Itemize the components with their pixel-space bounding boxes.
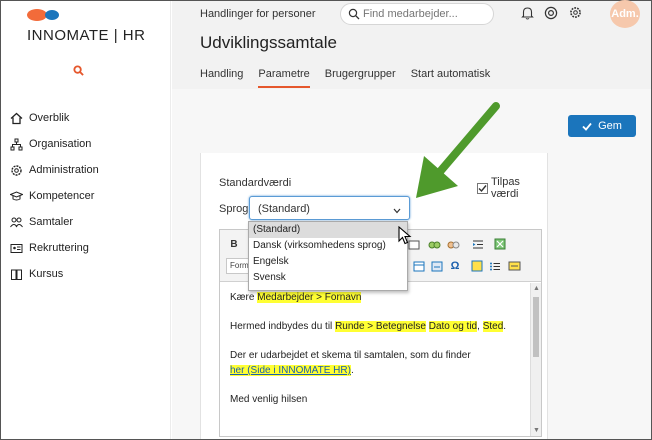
standard-value-label: Standardværdi (219, 177, 292, 189)
sidebar-item-overblik[interactable]: Overblik (9, 105, 169, 131)
tab-handling[interactable]: Handling (200, 68, 243, 88)
paragraph-schema: Der er udarbejdet et skema til samtalen,… (230, 350, 471, 361)
sidebar-item-label: Kompetencer (29, 190, 95, 202)
language-option[interactable]: (Standard) (249, 222, 407, 238)
annotation-arrow-icon (416, 102, 500, 198)
field-insert-icon[interactable] (505, 258, 523, 274)
text-span: Hermed indbydes du til (230, 321, 336, 332)
language-select-value: (Standard) (258, 203, 310, 215)
paragraph-invitation: Hermed indbydes du til Runde > Betegnels… (230, 321, 519, 332)
bold-button[interactable]: B (225, 236, 243, 252)
help-lifebuoy-icon[interactable] (544, 6, 558, 20)
paragraph-greeting: Kære Medarbejder > Fornavn (230, 292, 519, 303)
editor-content[interactable]: Kære Medarbejder > Fornavn Hermed indbyd… (220, 283, 529, 436)
id-card-icon (9, 241, 23, 255)
sidebar-item-kompetencer[interactable]: Kompetencer (9, 183, 169, 209)
save-button[interactable]: Gem (568, 115, 636, 137)
merge-field[interactable]: Sted (482, 321, 504, 332)
search-input[interactable] (363, 7, 489, 21)
sidebar-item-organisation[interactable]: Organisation (9, 131, 169, 157)
scroll-down-icon[interactable]: ▼ (533, 427, 540, 434)
sidebar-item-samtaler[interactable]: Samtaler (9, 209, 169, 235)
merge-field[interactable]: Medarbejder > Fornavn (257, 292, 362, 303)
sidebar-item-rekruttering[interactable]: Rekruttering (9, 235, 169, 261)
chevron-down-icon (393, 205, 401, 217)
text-span: . (503, 321, 507, 332)
paragraph-closing: Med venlig hilsen (230, 394, 308, 405)
mouse-cursor-icon (398, 226, 412, 245)
text-span: Kære (230, 292, 258, 303)
search-icon[interactable] (73, 65, 87, 79)
text-span: . (350, 365, 354, 376)
logo-mark-icon (27, 9, 59, 21)
scrollbar-thumb[interactable] (533, 297, 539, 357)
brand-logo[interactable]: INNOMATE | HR (27, 7, 147, 47)
paragraph-link: her (Side i INNOMATE HR). (230, 365, 519, 376)
checkmark-icon (582, 122, 592, 131)
sidebar-item-administration[interactable]: Administration (9, 157, 169, 183)
tab-start-automatisk[interactable]: Start automatisk (411, 68, 490, 88)
sidebar-item-kursus[interactable]: Kursus (9, 261, 169, 287)
merge-field[interactable]: Runde > Betegnelse (335, 321, 426, 332)
find-icon[interactable] (425, 236, 443, 252)
page-header: Handlinger for personer Adm. Udviklingss… (172, 0, 651, 89)
tab-parametre[interactable]: Parametre (258, 68, 310, 88)
people-icon (9, 215, 23, 229)
org-chart-icon (9, 137, 23, 151)
language-label: Sprog (219, 203, 249, 215)
graduation-cap-icon (9, 189, 23, 203)
sidebar-item-label: Kursus (29, 268, 64, 280)
sidebar-item-label: Overblik (29, 112, 70, 124)
scroll-up-icon[interactable]: ▲ (533, 285, 540, 292)
gear-icon (9, 163, 23, 177)
language-option[interactable]: Svensk (249, 270, 407, 286)
tab-bar: Handling Parametre Brugergrupper Start a… (200, 68, 505, 88)
sidebar-item-label: Organisation (29, 138, 92, 150)
language-option[interactable]: Engelsk (249, 254, 407, 270)
search-icon (348, 8, 360, 23)
sidebar-item-label: Administration (29, 164, 99, 176)
book-icon (9, 267, 23, 281)
maximize-icon[interactable] (491, 236, 509, 252)
search-field[interactable] (340, 3, 494, 25)
sidebar: INNOMATE | HR Overblik Organisation Admi… (1, 1, 171, 439)
brand-name: INNOMATE | HR (27, 27, 146, 44)
bell-icon[interactable] (521, 6, 535, 20)
editor-scrollbar[interactable]: ▲ ▼ (530, 283, 541, 436)
header-context: Handlinger for personer (200, 8, 316, 20)
tab-brugergrupper[interactable]: Brugergrupper (325, 68, 396, 88)
table-icon[interactable] (410, 258, 428, 274)
horizontal-line-icon[interactable] (428, 258, 446, 274)
text-span: , (477, 321, 483, 332)
page-link[interactable]: her (Side i INNOMATE HR) (230, 365, 351, 376)
sidebar-nav: Overblik Organisation Administration Kom… (9, 105, 169, 287)
language-select[interactable]: (Standard) (249, 196, 410, 220)
sidebar-item-label: Rekruttering (29, 242, 89, 254)
indent-icon[interactable] (469, 236, 487, 252)
home-icon (9, 111, 23, 125)
save-button-label: Gem (598, 120, 622, 132)
special-char-icon[interactable]: Ω (446, 258, 464, 274)
page-title: Udviklingssamtale (200, 33, 337, 52)
language-option[interactable]: Dansk (virksomhedens sprog) (249, 238, 407, 254)
replace-icon[interactable] (444, 236, 462, 252)
merge-field[interactable]: Dato og tid (428, 321, 478, 332)
show-blocks-icon[interactable] (468, 258, 486, 274)
sidebar-item-label: Samtaler (29, 216, 74, 228)
user-avatar[interactable]: Adm. (610, 0, 640, 28)
language-dropdown-list: (Standard) Dansk (virksomhedens sprog) E… (248, 221, 408, 291)
settings-gear-icon[interactable] (569, 6, 583, 20)
bulleted-list-icon[interactable] (486, 258, 504, 274)
